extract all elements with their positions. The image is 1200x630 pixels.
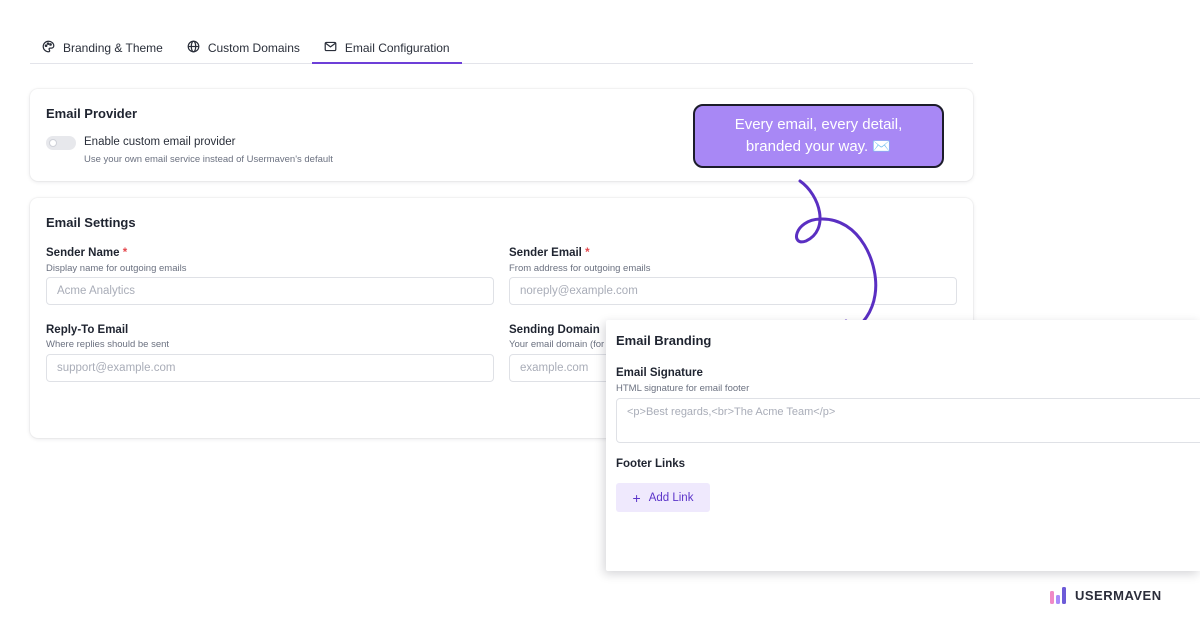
reply-to-label: Reply-To Email [46, 324, 129, 336]
tab-label: Branding & Theme [63, 40, 163, 55]
sender-name-input[interactable] [46, 277, 494, 305]
palette-icon [42, 40, 55, 56]
label-text: Sender Name [46, 247, 120, 259]
globe-icon [187, 40, 200, 56]
sending-domain-label: Sending Domain [509, 324, 600, 336]
tab-branding-theme[interactable]: Branding & Theme [30, 32, 175, 63]
toggle-knob [49, 139, 57, 147]
promo-callout: Every email, every detail, branded your … [693, 104, 944, 168]
panel-title: Email Branding [616, 333, 712, 348]
footer-links-label: Footer Links [616, 458, 686, 470]
required-marker: * [122, 247, 128, 259]
toggle-label: Enable custom email provider [84, 136, 236, 148]
email-branding-panel: Email Branding Email Signature HTML sign… [606, 320, 1200, 571]
reply-to-help: Where replies should be sent [46, 339, 170, 350]
custom-provider-toggle[interactable] [46, 136, 76, 150]
signature-label: Email Signature [616, 367, 703, 379]
settings-tabs: Branding & Theme Custom Domains Email Co… [30, 32, 973, 64]
tab-label: Email Configuration [344, 40, 450, 55]
signature-help: HTML signature for email footer [616, 383, 750, 394]
plus-icon: + [632, 489, 641, 506]
sender-name-label: Sender Name * [46, 247, 127, 259]
toggle-description: Use your own email service instead of Us… [84, 154, 333, 165]
button-label: Add Link [648, 491, 694, 504]
tab-email-configuration[interactable]: Email Configuration [311, 32, 462, 64]
usermaven-logo: USERMAVEN [1050, 587, 1162, 604]
sender-email-help: From address for outgoing emails [509, 263, 651, 274]
sending-domain-help: Your email domain (for [509, 339, 605, 350]
tab-custom-domains[interactable]: Custom Domains [175, 32, 312, 63]
tab-label: Custom Domains [207, 40, 300, 55]
sender-email-label: Sender Email * [509, 247, 590, 259]
callout-text: Every email, every detail, branded your … [734, 116, 903, 155]
add-link-button[interactable]: + Add Link [616, 483, 710, 512]
signature-textarea[interactable] [616, 398, 1200, 443]
required-marker: * [585, 247, 590, 259]
logo-text: USERMAVEN [1075, 588, 1162, 603]
label-text: Sender Email [509, 247, 582, 259]
mail-icon [324, 40, 337, 56]
card-title: Email Settings [46, 215, 136, 230]
reply-to-input[interactable] [46, 354, 494, 382]
logo-bars-icon [1050, 587, 1066, 604]
sender-name-help: Display name for outgoing emails [46, 263, 187, 274]
card-title: Email Provider [46, 106, 138, 121]
